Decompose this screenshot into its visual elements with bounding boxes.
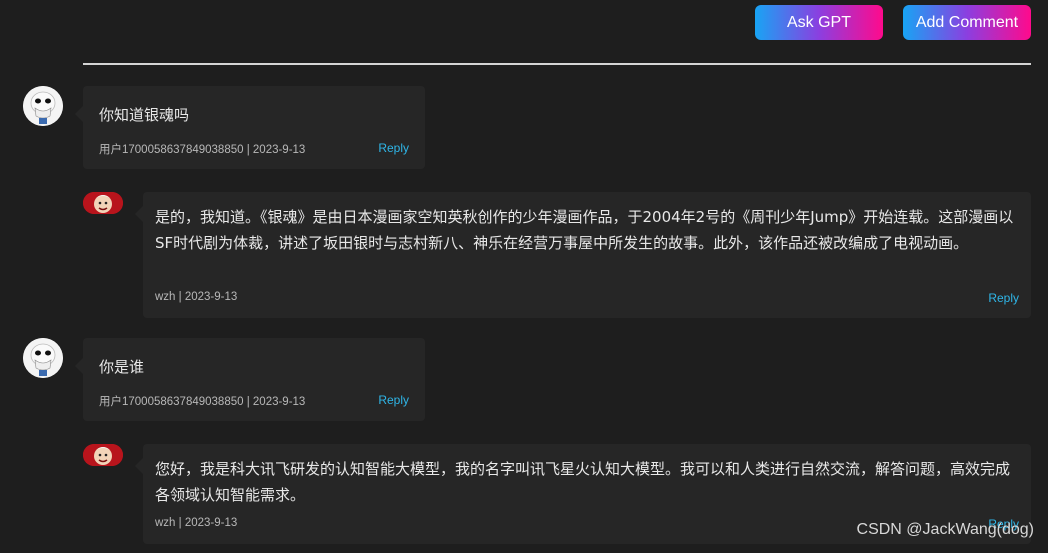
divider bbox=[83, 63, 1031, 65]
bot-avatar bbox=[83, 192, 123, 214]
reply-link[interactable]: Reply bbox=[988, 291, 1019, 305]
comment-meta: 用户1700058637849038850 | 2023-9-13 bbox=[99, 396, 306, 408]
comment-bubble: 你知道银魂吗 用户1700058637849038850 | 2023-9-13… bbox=[75, 86, 425, 169]
comment-text: 是的，我知道。《银魂》是由日本漫画家空知英秋创作的少年漫画作品，于2004年2号… bbox=[155, 208, 1014, 252]
user-avatar bbox=[23, 86, 63, 126]
watermark: CSDN @JackWang(dog) bbox=[856, 521, 1034, 538]
comment-meta: wzh | 2023-9-13 bbox=[155, 517, 238, 529]
comment-bubble: 是的，我知道。《银魂》是由日本漫画家空知英秋创作的少年漫画作品，于2004年2号… bbox=[135, 192, 1031, 318]
bot-avatar bbox=[83, 444, 123, 466]
comment-bubble: 你是谁 用户1700058637849038850 | 2023-9-13 Re… bbox=[75, 338, 425, 421]
comment-meta: wzh | 2023-9-13 bbox=[155, 291, 238, 303]
ask-gpt-button[interactable]: Ask GPT bbox=[755, 5, 883, 40]
comment-meta: 用户1700058637849038850 | 2023-9-13 bbox=[99, 144, 306, 156]
reply-link[interactable]: Reply bbox=[378, 141, 409, 155]
comment-text: 你知道银魂吗 bbox=[99, 106, 190, 124]
user-avatar bbox=[23, 338, 63, 378]
reply-link[interactable]: Reply bbox=[378, 393, 409, 407]
comment-text: 您好，我是科大讯飞研发的认知智能大模型，我的名字叫讯飞星火认知大模型。我可以和人… bbox=[155, 460, 1011, 504]
add-comment-button[interactable]: Add Comment bbox=[903, 5, 1031, 40]
comment-page: Ask GPT Add Comment 你知道银魂吗 用户17000586378… bbox=[0, 0, 1048, 553]
comment-text: 你是谁 bbox=[99, 358, 145, 376]
